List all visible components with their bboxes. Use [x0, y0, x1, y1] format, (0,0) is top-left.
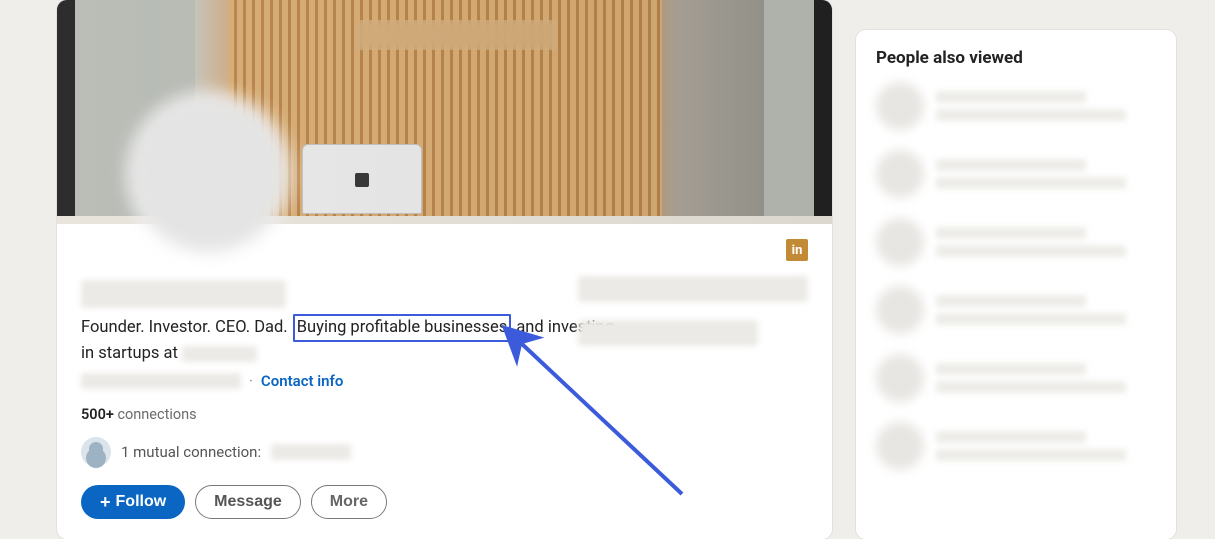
more-label: More — [330, 493, 368, 511]
list-item[interactable] — [876, 218, 1156, 266]
list-item[interactable] — [876, 150, 1156, 198]
avatar — [876, 354, 924, 402]
separator-dot: · — [249, 372, 253, 390]
avatar — [876, 422, 924, 470]
connections-label: connections — [117, 406, 196, 423]
connections-count: 500+ — [81, 406, 114, 423]
headline-company — [182, 346, 257, 362]
mutual-connections-row[interactable]: 1 mutual connection: — [81, 437, 808, 467]
people-also-viewed-list — [876, 82, 1156, 470]
avatar — [876, 82, 924, 130]
follow-label: Follow — [116, 493, 167, 511]
mutual-name — [271, 444, 351, 460]
current-company[interactable] — [578, 276, 808, 302]
mutual-avatar-icon — [81, 437, 111, 467]
connections-row[interactable]: 500+ connections — [81, 406, 808, 423]
follow-button[interactable]: + Follow — [81, 485, 185, 519]
headline-pre: Founder. Investor. CEO. Dad. — [81, 318, 288, 337]
headline-highlight: Buying profitable businesses — [293, 314, 511, 342]
avatar — [876, 150, 924, 198]
sidebar-title: People also viewed — [876, 48, 1156, 68]
list-item[interactable] — [876, 82, 1156, 130]
profile-right-meta — [578, 276, 808, 346]
education[interactable] — [578, 320, 758, 346]
contact-info-link[interactable]: Contact info — [261, 372, 343, 390]
mutual-label: 1 mutual connection: — [121, 443, 261, 461]
list-item[interactable] — [876, 354, 1156, 402]
list-item[interactable] — [876, 286, 1156, 334]
profile-card: in Founder. Investor. CEO. Dad. Buying p… — [57, 0, 832, 539]
avatar — [876, 286, 924, 334]
more-button[interactable]: More — [311, 485, 387, 519]
list-item[interactable] — [876, 422, 1156, 470]
profile-location — [81, 373, 241, 389]
message-label: Message — [214, 493, 282, 511]
avatar — [876, 218, 924, 266]
message-button[interactable]: Message — [195, 485, 301, 519]
profile-actions: + Follow Message More — [81, 485, 808, 519]
profile-headline: Founder. Investor. CEO. Dad. Buying prof… — [81, 314, 621, 366]
plus-icon: + — [100, 493, 111, 511]
people-also-viewed-card: People also viewed — [856, 30, 1176, 539]
profile-name — [81, 280, 286, 308]
